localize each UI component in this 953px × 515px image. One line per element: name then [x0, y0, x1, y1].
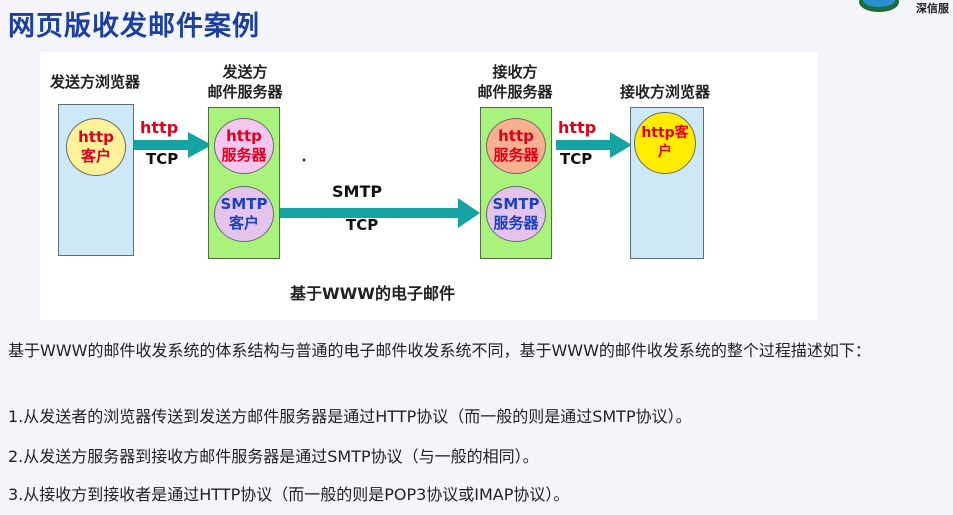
- smtp-server-circle: SMTP 服务器: [486, 186, 546, 242]
- http-client-line2: 客户: [80, 147, 111, 165]
- smtp-client-circle: SMTP 客户: [214, 186, 274, 242]
- http-client-circle: http 客户: [66, 118, 126, 176]
- arrow1-bottom-label: TCP: [146, 150, 179, 168]
- logo-text: 深信服: [916, 2, 949, 15]
- http-server2-line2: 服务器: [493, 146, 539, 164]
- sender-server-label-1: 发送方: [222, 63, 268, 81]
- http-client2-label: http客户: [641, 125, 689, 160]
- smtp-client-line1: SMTP: [220, 195, 268, 213]
- sender-browser-label: 发送方浏览器: [49, 73, 140, 91]
- receiver-server-label-1: 接收方: [492, 63, 538, 81]
- page-title: 网页版收发邮件案例: [8, 11, 260, 42]
- smtp-client-line2: 客户: [228, 214, 259, 232]
- http-server-line2: 服务器: [221, 146, 267, 164]
- http-server2-line1: http: [498, 127, 534, 145]
- arrow-smtp: [280, 198, 480, 228]
- arrow2-top-label: SMTP: [332, 182, 383, 201]
- http-client2-circle: http客户: [634, 112, 696, 174]
- step-1: 1.从发送者的浏览器传送到发送方邮件服务器是通过HTTP协议（而一般的则是通过S…: [8, 407, 692, 426]
- sender-server-label-2: 邮件服务器: [207, 83, 283, 101]
- diagram-panel: 发送方浏览器 发送方 邮件服务器 接收方 邮件服务器 接收方浏览器 http 客…: [40, 52, 818, 320]
- intro-paragraph: 基于WWW的邮件收发系统的体系结构与普通的电子邮件收发系统不同，基于WWW的邮件…: [8, 341, 871, 360]
- http-server-circle: http 服务器: [214, 118, 274, 174]
- http-client-line1: http: [78, 128, 114, 146]
- arrow3-top-label: http: [558, 118, 597, 137]
- http-server-line1: http: [226, 127, 262, 145]
- http-server2-circle: http 服务器: [486, 118, 546, 174]
- arrow1-top-label: http: [140, 118, 179, 137]
- diagram-caption: 基于WWW的电子邮件: [290, 284, 455, 303]
- arrow3-bottom-label: TCP: [560, 150, 593, 168]
- arrow2-bottom-label: TCP: [346, 216, 379, 234]
- receiver-server-label-2: 邮件服务器: [477, 83, 553, 101]
- step-2: 2.从发送方服务器到接收方邮件服务器是通过SMTP协议（与一般的相同）。: [8, 447, 539, 466]
- smtp-server-line1: SMTP: [492, 195, 540, 213]
- smtp-server-line2: 服务器: [493, 214, 539, 232]
- step-3: 3.从接收方到接收者是通过HTTP协议（而一般的则是POP3协议或IMAP协议）…: [8, 485, 570, 504]
- receiver-browser-label: 接收方浏览器: [619, 83, 710, 101]
